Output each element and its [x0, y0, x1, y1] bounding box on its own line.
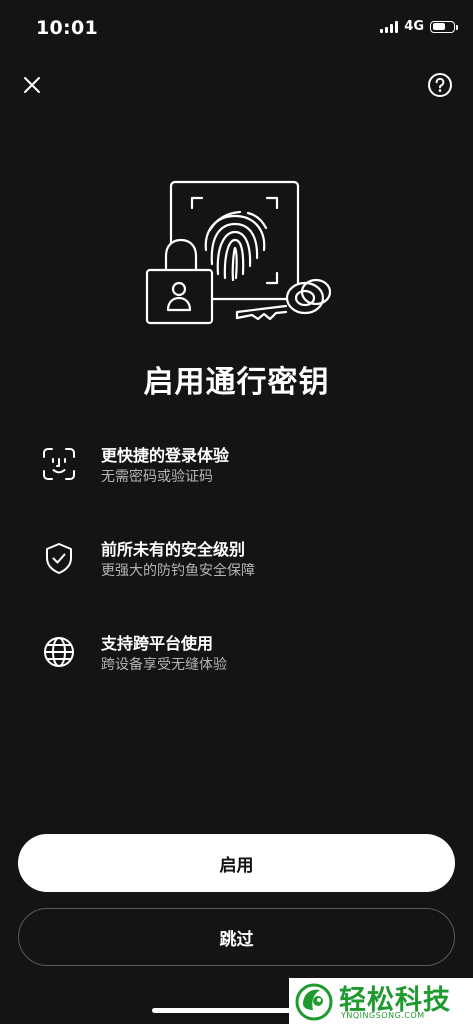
feature-item: 前所未有的安全级别 更强大的防钓鱼安全保障 [40, 534, 440, 590]
status-time: 10:01 [36, 17, 98, 39]
shield-check-icon [46, 543, 72, 574]
status-bar: 10:01 4G [0, 0, 473, 56]
enable-button[interactable]: 启用 [18, 834, 455, 892]
close-icon [24, 77, 40, 93]
help-icon [428, 73, 452, 97]
feature-item: 支持跨平台使用 跨设备享受无缝体验 [40, 628, 440, 684]
close-button[interactable] [17, 70, 47, 100]
hero-illustration [140, 178, 340, 330]
status-indicators: 4G [380, 19, 458, 34]
feature-item: 更快捷的登录体验 无需密码或验证码 [40, 440, 440, 496]
watermark-logo-icon [295, 983, 333, 1021]
feature-subtitle: 更强大的防钓鱼安全保障 [101, 563, 255, 579]
signal-icon [380, 20, 399, 33]
feature-subtitle: 无需密码或验证码 [101, 469, 213, 485]
passkey-illustration-icon [145, 180, 332, 325]
watermark: 轻松科技 YNQINGSONG.COM [289, 978, 473, 1024]
face-id-icon [43, 448, 75, 480]
feature-title: 支持跨平台使用 [101, 634, 214, 653]
battery-level [432, 23, 445, 30]
home-indicator [152, 1008, 292, 1013]
network-type: 4G [404, 19, 424, 34]
feature-title: 前所未有的安全级别 [101, 540, 246, 559]
feature-title: 更快捷的登录体验 [101, 446, 230, 465]
help-button[interactable] [425, 70, 455, 100]
globe-icon [44, 637, 74, 667]
page-title: 启用通行密钥 [143, 365, 330, 400]
battery-icon [430, 20, 458, 33]
feature-subtitle: 跨设备享受无缝体验 [101, 657, 227, 673]
watermark-url: YNQINGSONG.COM [341, 1011, 425, 1020]
skip-button[interactable]: 跳过 [18, 908, 455, 966]
